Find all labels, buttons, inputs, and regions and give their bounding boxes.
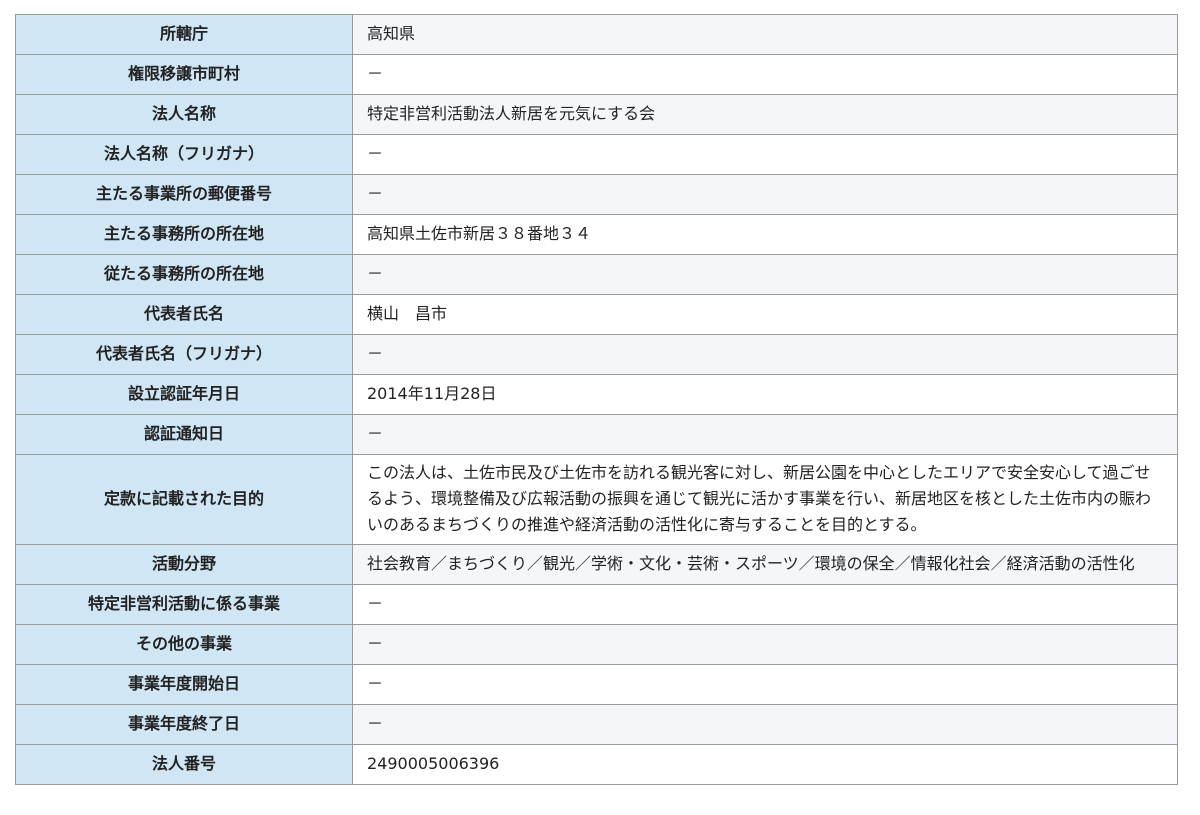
row-label: 設立認証年月日 bbox=[15, 374, 353, 415]
row-sub-office-address: 従たる事務所の所在地 － bbox=[15, 254, 1178, 295]
row-establishment-date: 設立認証年月日 2014年11月28日 bbox=[15, 374, 1178, 415]
row-main-office-address: 主たる事務所の所在地 高知県土佐市新居３８番地３４ bbox=[15, 214, 1178, 255]
row-value: 高知県 bbox=[352, 14, 1178, 55]
row-value: 横山 昌市 bbox=[352, 294, 1178, 335]
row-label: その他の事業 bbox=[15, 624, 353, 665]
row-other-business: その他の事業 － bbox=[15, 624, 1178, 665]
row-value: － bbox=[352, 134, 1178, 175]
row-fiscal-year-end: 事業年度終了日 － bbox=[15, 704, 1178, 745]
row-label: 所轄庁 bbox=[15, 14, 353, 55]
row-label: 権限移譲市町村 bbox=[15, 54, 353, 95]
row-value: 2490005006396 bbox=[352, 744, 1178, 785]
row-representative-name-kana: 代表者氏名（フリガナ） － bbox=[15, 334, 1178, 375]
row-label: 事業年度開始日 bbox=[15, 664, 353, 705]
row-value: － bbox=[352, 254, 1178, 295]
row-activity-fields: 活動分野 社会教育／まちづくり／観光／学術・文化・芸術・スポーツ／環境の保全／情… bbox=[15, 544, 1178, 585]
row-value: － bbox=[352, 334, 1178, 375]
row-corporation-name-kana: 法人名称（フリガナ） － bbox=[15, 134, 1178, 175]
row-fiscal-year-start: 事業年度開始日 － bbox=[15, 664, 1178, 705]
row-label: 代表者氏名（フリガナ） bbox=[15, 334, 353, 375]
row-label: 代表者氏名 bbox=[15, 294, 353, 335]
row-delegated-municipality: 権限移譲市町村 － bbox=[15, 54, 1178, 95]
row-value: 特定非営利活動法人新居を元気にする会 bbox=[352, 94, 1178, 135]
row-specified-npo-business: 特定非営利活動に係る事業 － bbox=[15, 584, 1178, 625]
row-label: 活動分野 bbox=[15, 544, 353, 585]
row-label: 認証通知日 bbox=[15, 414, 353, 455]
row-representative-name: 代表者氏名 横山 昌市 bbox=[15, 294, 1178, 335]
row-jurisdiction: 所轄庁 高知県 bbox=[15, 14, 1178, 55]
row-value: － bbox=[352, 704, 1178, 745]
row-purpose: 定款に記載された目的 この法人は、土佐市民及び土佐市を訪れる観光客に対し、新居公… bbox=[15, 454, 1178, 545]
row-value: － bbox=[352, 54, 1178, 95]
npo-detail-table: 所轄庁 高知県 権限移譲市町村 － 法人名称 特定非営利活動法人新居を元気にする… bbox=[15, 14, 1178, 785]
row-value: － bbox=[352, 664, 1178, 705]
row-label: 主たる事業所の郵便番号 bbox=[15, 174, 353, 215]
row-value: － bbox=[352, 584, 1178, 625]
row-value: － bbox=[352, 624, 1178, 665]
row-corporate-number: 法人番号 2490005006396 bbox=[15, 744, 1178, 785]
row-notification-date: 認証通知日 － bbox=[15, 414, 1178, 455]
row-value: この法人は、土佐市民及び土佐市を訪れる観光客に対し、新居公園を中心としたエリアで… bbox=[352, 454, 1178, 545]
row-postal-code: 主たる事業所の郵便番号 － bbox=[15, 174, 1178, 215]
row-value: 高知県土佐市新居３８番地３４ bbox=[352, 214, 1178, 255]
row-label: 法人名称（フリガナ） bbox=[15, 134, 353, 175]
row-label: 法人番号 bbox=[15, 744, 353, 785]
row-corporation-name: 法人名称 特定非営利活動法人新居を元気にする会 bbox=[15, 94, 1178, 135]
row-value: － bbox=[352, 174, 1178, 215]
row-label: 法人名称 bbox=[15, 94, 353, 135]
row-label: 従たる事務所の所在地 bbox=[15, 254, 353, 295]
npo-detail-table-container: 所轄庁 高知県 権限移譲市町村 － 法人名称 特定非営利活動法人新居を元気にする… bbox=[15, 14, 1178, 785]
row-value: 2014年11月28日 bbox=[352, 374, 1178, 415]
row-label: 特定非営利活動に係る事業 bbox=[15, 584, 353, 625]
row-label: 主たる事務所の所在地 bbox=[15, 214, 353, 255]
row-value: － bbox=[352, 414, 1178, 455]
row-label: 事業年度終了日 bbox=[15, 704, 353, 745]
row-value: 社会教育／まちづくり／観光／学術・文化・芸術・スポーツ／環境の保全／情報化社会／… bbox=[352, 544, 1178, 585]
row-label: 定款に記載された目的 bbox=[15, 454, 353, 545]
